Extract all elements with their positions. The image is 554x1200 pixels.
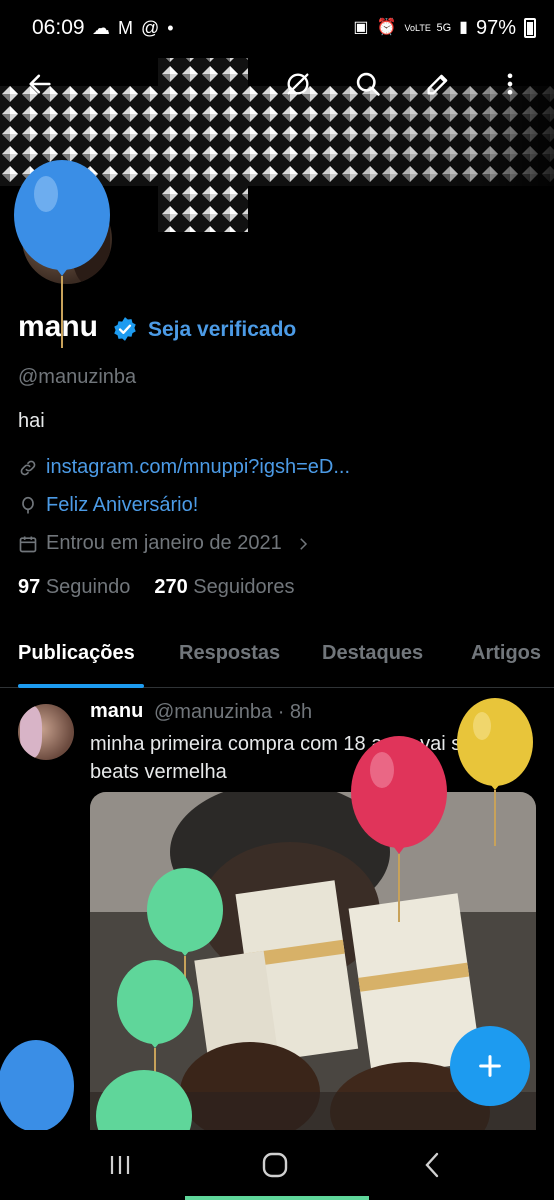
back-button[interactable] (18, 62, 62, 106)
chevron-right-icon (299, 537, 307, 550)
notification-icons: ☁ M @ • (92, 16, 174, 40)
joined-row[interactable]: Entrou em janeiro de 2021 (18, 532, 312, 555)
compose-button[interactable] (450, 1026, 530, 1106)
tab-publicacoes[interactable]: Publicações (18, 642, 135, 665)
tab-artigos[interactable]: Artigos (471, 642, 541, 665)
back-nav-button[interactable] (412, 1148, 452, 1182)
website-row: instagram.com/mnuppi?igsh=eD... (18, 456, 350, 479)
chevron-left-icon (425, 1152, 439, 1178)
followers-label: Seguidores (193, 576, 295, 598)
strip-segment (0, 1196, 185, 1200)
screenshot-icon: ▣ (353, 19, 369, 36)
edit-profile-button[interactable] (416, 62, 460, 106)
battery-text: 97% (475, 17, 516, 39)
link-icon (20, 460, 36, 475)
post-author[interactable]: manu (90, 700, 143, 723)
dot-icon: • (167, 18, 174, 38)
strip-segment (184, 1196, 370, 1200)
volte-indicator: VoLTE (404, 23, 431, 33)
profile-handle: @manuzinba (18, 366, 137, 388)
system-icons: ▣ ⏰ VoLTE 5G ▮ 97% (353, 16, 536, 40)
followers-count: 270 (154, 576, 188, 598)
cloud-icon: ☁ (92, 18, 110, 38)
plus-icon (479, 1055, 501, 1077)
search-button[interactable] (346, 62, 390, 106)
network-indicator: 5G (436, 22, 452, 34)
threads-icon: @ (141, 18, 160, 38)
following-label: Seguindo (45, 576, 131, 598)
follow-stats: 97 Seguindo 270 Seguidores (18, 576, 294, 599)
balloon-green-3 (96, 1070, 192, 1130)
alarm-icon: ⏰ (376, 19, 397, 36)
balloon-yellow (457, 698, 533, 846)
more-options-button[interactable] (488, 62, 532, 106)
followers-stat[interactable]: 270 Seguidores (154, 576, 294, 599)
profile-tabs: Publicações Respostas Destaques Artigos (0, 630, 554, 688)
post-avatar-hair (20, 706, 42, 758)
android-navigation-bar (0, 1130, 554, 1200)
get-verified-link[interactable]: Seja verificado (148, 318, 296, 342)
grok-button[interactable] (276, 62, 320, 106)
post-handle-time: @manuzinba · 8h (154, 701, 313, 723)
home-icon (262, 1152, 288, 1178)
bottom-color-strip (0, 1196, 554, 1200)
pencil-icon (427, 74, 448, 95)
recent-apps-button[interactable] (100, 1148, 140, 1182)
following-stat[interactable]: 97 Seguindo (18, 576, 130, 599)
balloon-blue-bottom (0, 1040, 74, 1132)
grok-icon (287, 73, 309, 95)
arrow-left-icon (29, 74, 51, 94)
balloon-blue-top (14, 160, 110, 348)
signal-icon: ▮ (459, 19, 468, 36)
birthday-text[interactable]: Feliz Aniversário! (46, 494, 198, 517)
status-time: 06:09 (32, 16, 85, 39)
home-button[interactable] (255, 1148, 295, 1182)
profile-bio: hai (18, 410, 45, 432)
balloon-red (351, 736, 447, 922)
search-icon (356, 72, 380, 96)
following-count: 97 (18, 576, 41, 598)
more-vertical-icon (507, 73, 513, 95)
top-navigation (0, 62, 554, 112)
active-tab-indicator (18, 684, 144, 688)
birthday-row: Feliz Aniversário! (18, 494, 198, 517)
website-link[interactable]: instagram.com/mnuppi?igsh=eD... (46, 456, 350, 479)
battery-icon (524, 18, 536, 38)
balloon-icon (22, 496, 34, 513)
post-avatar[interactable] (18, 704, 74, 760)
status-bar: 06:09 ☁ M @ • ▣ ⏰ VoLTE 5G ▮ 97% (0, 0, 554, 58)
tab-destaques[interactable]: Destaques (322, 642, 423, 665)
gmail-icon: M (118, 18, 133, 38)
strip-segment (369, 1196, 554, 1200)
recent-apps-icon (110, 1156, 130, 1174)
tab-respostas[interactable]: Respostas (179, 642, 280, 665)
calendar-icon (19, 536, 37, 552)
verified-badge-icon[interactable] (112, 316, 138, 342)
joined-text: Entrou em janeiro de 2021 (46, 532, 282, 554)
